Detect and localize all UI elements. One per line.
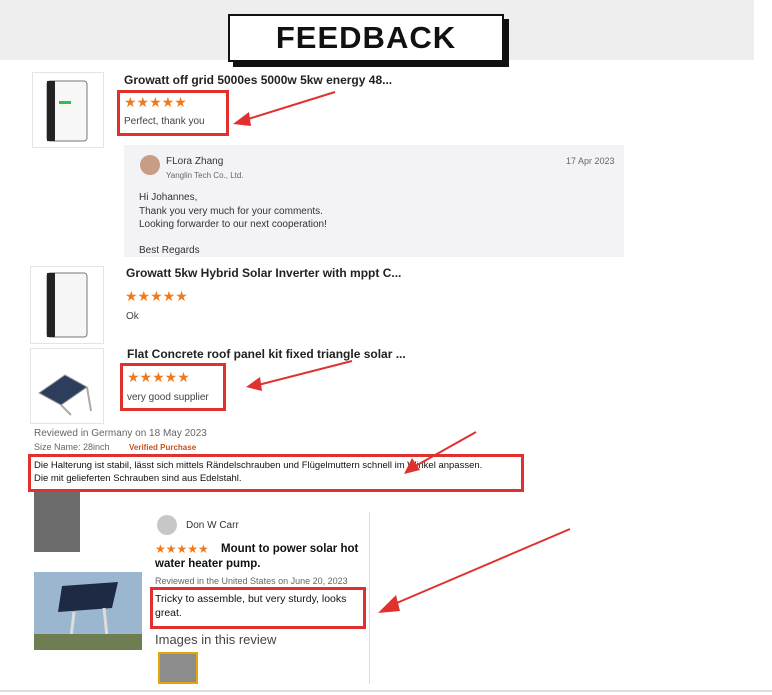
arrow-icon: [233, 91, 336, 126]
review-headline-2[interactable]: water heater pump.: [155, 558, 260, 570]
review-comment-1: Perfect, thank you: [124, 116, 205, 127]
seller-avatar: [140, 155, 160, 175]
reply-line-2: Thank you very much for your comments.: [139, 206, 323, 217]
review-thumbnail[interactable]: [158, 652, 198, 684]
verified-purchase-badge: Verified Purchase: [129, 443, 197, 452]
us-review-text-2: great.: [155, 607, 182, 619]
us-review-text-1: Tricky to assemble, but very sturdy, loo…: [155, 593, 347, 605]
reply-date: 17 Apr 2023: [566, 156, 615, 166]
review-image-small[interactable]: [34, 492, 80, 552]
seller-name: FLora Zhang: [166, 156, 224, 167]
review-comment-2: Ok: [126, 311, 139, 322]
reply-line-1: Hi Johannes,: [139, 192, 198, 203]
review-meta-date: Reviewed in Germany on 18 May 2023: [34, 428, 207, 439]
arrow-icon: [378, 528, 571, 613]
solar-panel-mount-image: [34, 582, 142, 650]
inverter-icon: [46, 272, 88, 338]
star-rating-3: ★★★★★: [127, 369, 190, 385]
images-in-review-label: Images in this review: [155, 632, 277, 647]
product-title-1[interactable]: Growatt off grid 5000es 5000w 5kw energy…: [124, 73, 392, 87]
bottom-divider: [0, 690, 772, 692]
review-comment-3: very good supplier: [127, 392, 209, 403]
review-meta-size: Size Name: 28inch: [34, 442, 110, 452]
page-title: FEEDBACK: [228, 14, 504, 62]
arrow-icon: [404, 431, 477, 474]
reviewer-name: Don W Carr: [186, 520, 239, 531]
star-rating-us: ★★★★★: [155, 542, 209, 556]
reply-line-3: Looking forwarder to our next cooperatio…: [139, 219, 327, 230]
solar-panel-mount-image: [38, 374, 92, 416]
review-meta-us: Reviewed in the United States on June 20…: [155, 576, 348, 586]
arrow-icon: [246, 360, 353, 391]
star-rating-2: ★★★★★: [125, 288, 188, 304]
star-rating-1: ★★★★★: [124, 94, 187, 110]
product-image-2[interactable]: [30, 266, 104, 344]
product-image-1[interactable]: [32, 72, 104, 148]
review-headline-1[interactable]: Mount to power solar hot: [221, 543, 358, 555]
german-review-text-2: Die mit gelieferten Schrauben sind aus E…: [34, 473, 242, 484]
user-avatar-icon: [157, 515, 177, 535]
product-title-2[interactable]: Growatt 5kw Hybrid Solar Inverter with m…: [126, 266, 401, 280]
seller-company: Yanglin Tech Co., Ltd.: [166, 171, 244, 180]
review-image-large[interactable]: [34, 572, 142, 650]
reply-line-4: Best Regards: [139, 245, 200, 256]
inverter-icon: [46, 80, 88, 142]
product-image-3[interactable]: [30, 348, 104, 424]
